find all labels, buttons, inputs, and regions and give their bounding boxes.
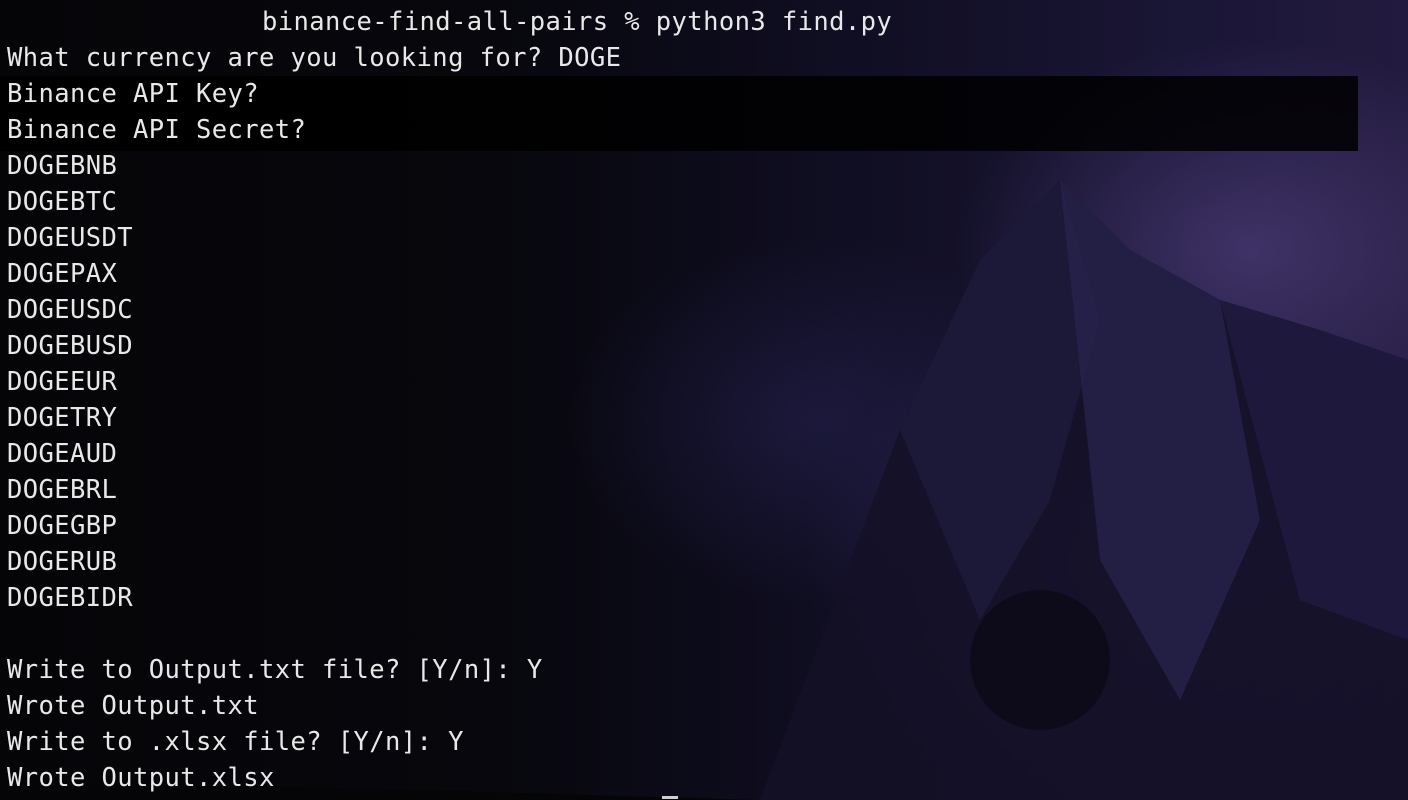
terminal-line: DOGEGBP (7, 511, 118, 541)
terminal-line: DOGETRY (7, 403, 118, 433)
terminal-line: DOGEPAX (7, 259, 118, 289)
terminal-line: Write to .xlsx file? [Y/n]: Y (7, 727, 464, 757)
terminal-line: DOGEAUD (7, 439, 118, 469)
terminal-line: DOGEBTC (7, 187, 118, 217)
terminal-line: Binance API Secret? (7, 115, 307, 145)
terminal-line: Wrote Output.xlsx (7, 763, 275, 793)
terminal-line: DOGEUSDT (7, 223, 134, 253)
terminal-line: DOGEBUSD (7, 331, 134, 361)
terminal-line: DOGEUSDC (7, 295, 134, 325)
terminal-line: Write to Output.txt file? [Y/n]: Y (7, 655, 543, 685)
terminal-line: Wrote Output.txt (7, 691, 260, 721)
terminal-line: What currency are you looking for? DOGE (7, 43, 622, 73)
terminal-output[interactable]: binance-find-all-pairs % python3 find.py… (7, 4, 892, 796)
terminal-line: DOGEBNB (7, 151, 118, 181)
command-prompt-line: binance-find-all-pairs % python3 find.py (262, 7, 893, 37)
terminal-line: DOGEBIDR (7, 583, 134, 613)
terminal-line: DOGEEUR (7, 367, 118, 397)
terminal-window[interactable]: binance-find-all-pairs % python3 find.py… (0, 0, 1408, 800)
terminal-line: DOGERUB (7, 547, 118, 577)
terminal-line: DOGEBRL (7, 475, 118, 505)
terminal-line: Binance API Key? (7, 79, 260, 109)
text-cursor (662, 796, 678, 799)
